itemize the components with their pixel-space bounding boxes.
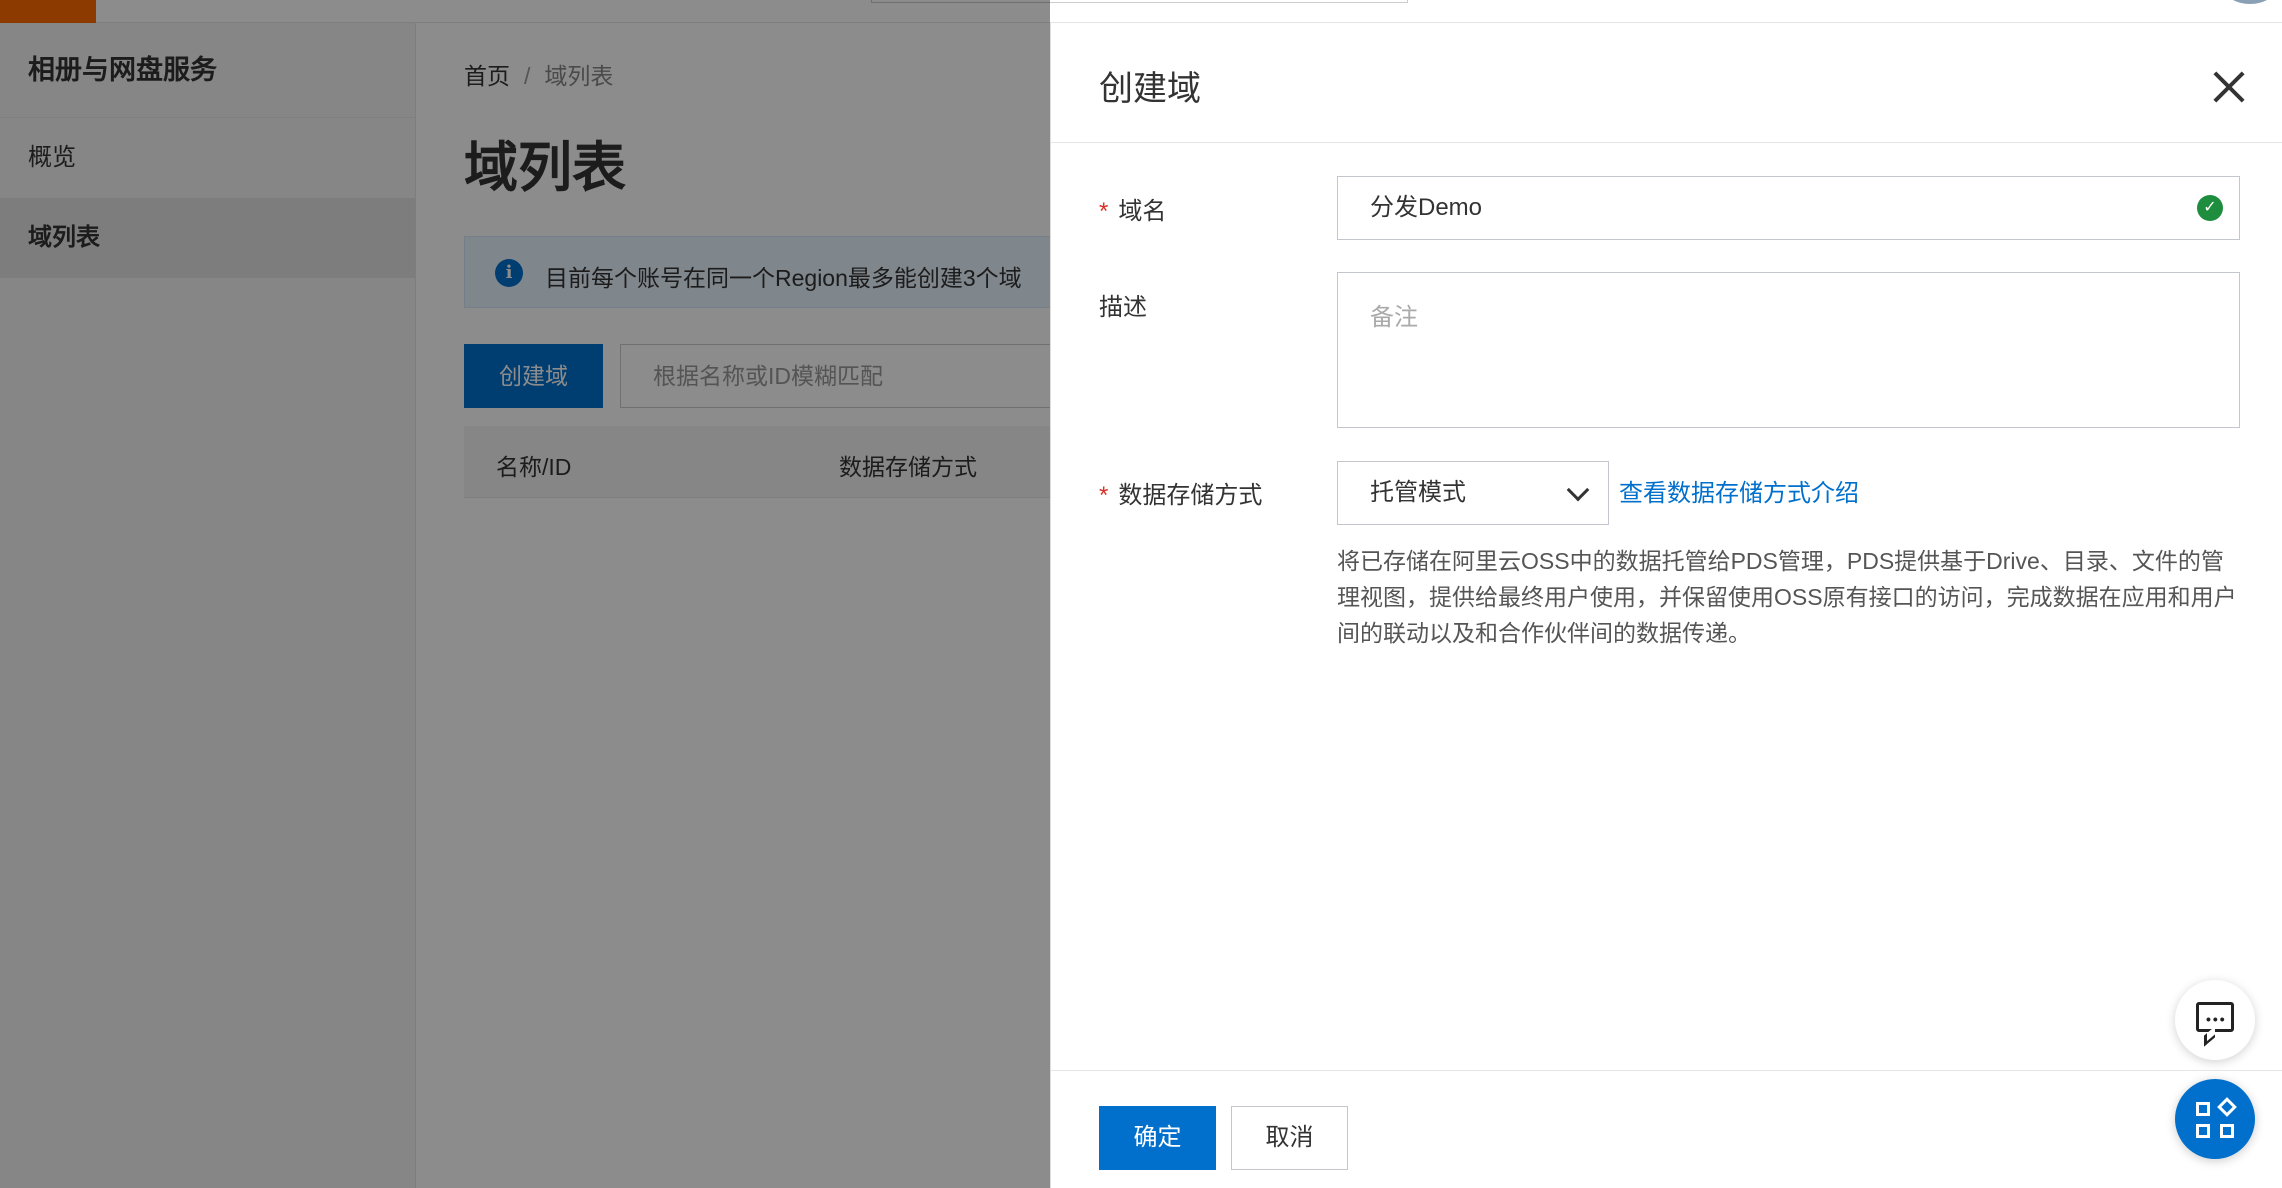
storage-mode-value: 托管模式: [1370, 479, 1466, 506]
apps-icon[interactable]: [2175, 1079, 2255, 1159]
confirm-button[interactable]: 确定: [1099, 1106, 1216, 1170]
cancel-button[interactable]: 取消: [1231, 1106, 1348, 1170]
chevron-down-icon: [1566, 478, 1590, 502]
description-textarea[interactable]: 备注: [1337, 272, 2240, 428]
domain-name-label: * 域名: [1099, 198, 1167, 225]
drawer-header: 创建域: [1051, 23, 2282, 143]
storage-mode-help-text: 将已存储在阿里云OSS中的数据托管给PDS管理，PDS提供基于Drive、目录、…: [1337, 548, 2237, 646]
check-circle-icon: ✓: [2197, 195, 2223, 221]
modal-mask[interactable]: [0, 0, 1050, 1188]
chat-icon[interactable]: •••: [2175, 980, 2255, 1060]
domain-name-value: 分发Demo: [1370, 194, 1483, 221]
required-mark: *: [1099, 198, 1109, 225]
avatar[interactable]: [2225, 0, 2275, 4]
domain-name-input[interactable]: 分发Demo ✓: [1337, 176, 2240, 240]
drawer-title: 创建域: [1099, 70, 1201, 108]
storage-mode-intro-link[interactable]: 查看数据存储方式介绍: [1619, 473, 1859, 508]
storage-mode-label: * 数据存储方式: [1099, 482, 1263, 509]
required-mark: *: [1099, 482, 1109, 509]
drawer-footer: 确定 取消: [1051, 1070, 2282, 1188]
storage-mode-select[interactable]: 托管模式: [1337, 461, 1609, 525]
description-label: 描述: [1099, 294, 1147, 321]
close-icon[interactable]: [2209, 67, 2249, 107]
chat-bubble-shape: •••: [2196, 1002, 2234, 1032]
create-domain-drawer: 创建域 * 域名 分发Demo ✓ 描述 备注 * 数据存储方式 托管模式 查看数据…: [1050, 23, 2282, 1188]
